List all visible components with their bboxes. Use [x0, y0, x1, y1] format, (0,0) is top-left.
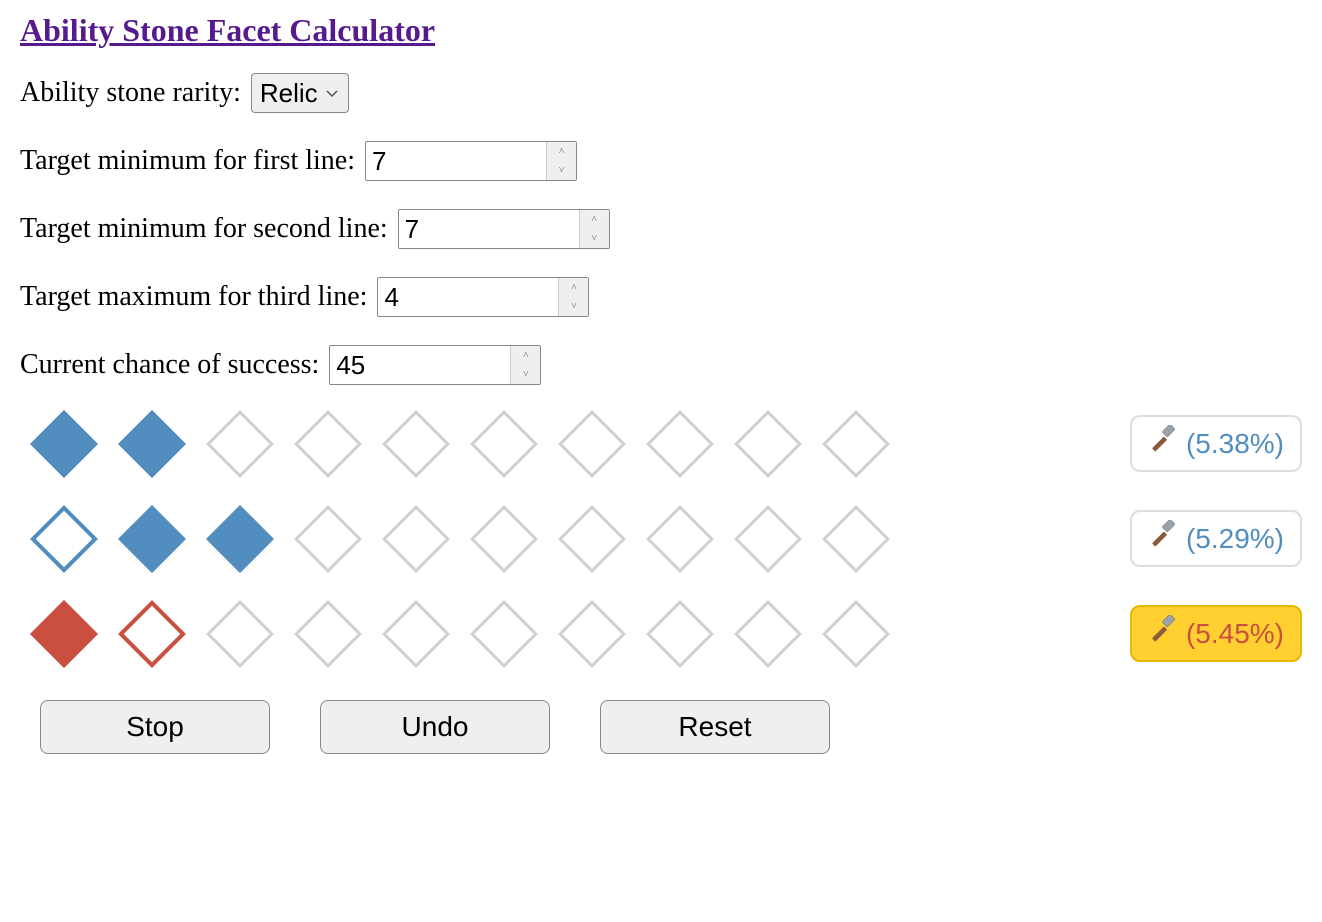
hammer-icon	[1148, 615, 1178, 652]
target2-row: Target minimum for second line: ˄˅	[20, 209, 1302, 249]
diamond-2-5	[382, 505, 450, 573]
page-title-link[interactable]: Ability Stone Facet Calculator	[20, 12, 1302, 49]
target1-row: Target minimum for first line: ˄˅	[20, 141, 1302, 181]
facet-line-2: (5.29%)	[40, 510, 1302, 567]
diamond-3-7	[558, 600, 626, 668]
diamond-3-9	[734, 600, 802, 668]
diamonds-line-3	[40, 610, 880, 658]
hammer-icon	[1148, 425, 1178, 462]
facet-line-1: (5.38%)	[40, 415, 1302, 472]
diamond-2-8	[646, 505, 714, 573]
reset-button[interactable]: Reset	[600, 700, 830, 754]
rarity-select[interactable]: Relic	[251, 73, 349, 113]
facet-button-line-1[interactable]: (5.38%)	[1130, 415, 1302, 472]
target3-input[interactable]	[378, 278, 558, 316]
target2-input[interactable]	[399, 210, 579, 248]
hammer-icon	[1148, 520, 1178, 557]
target1-label: Target minimum for first line:	[20, 145, 355, 177]
diamond-3-3	[206, 600, 274, 668]
diamond-2-3	[206, 505, 274, 573]
facet-percent-line-1: (5.38%)	[1186, 428, 1284, 460]
diamond-3-6	[470, 600, 538, 668]
rarity-label: Ability stone rarity:	[20, 77, 241, 109]
target1-stepper[interactable]: ˄˅	[546, 142, 576, 180]
chance-label: Current chance of success:	[20, 349, 319, 381]
diamond-1-2	[118, 410, 186, 478]
undo-button[interactable]: Undo	[320, 700, 550, 754]
diamond-1-1	[30, 410, 98, 478]
diamond-1-3	[206, 410, 274, 478]
facet-button-line-2[interactable]: (5.29%)	[1130, 510, 1302, 567]
diamond-1-9	[734, 410, 802, 478]
target1-input[interactable]	[366, 142, 546, 180]
target2-label: Target minimum for second line:	[20, 213, 388, 245]
diamond-1-4	[294, 410, 362, 478]
chance-input[interactable]	[330, 346, 510, 384]
chance-row: Current chance of success: ˄˅	[20, 345, 1302, 385]
diamonds-line-2	[40, 515, 880, 563]
target3-row: Target maximum for third line: ˄˅	[20, 277, 1302, 317]
target2-stepper[interactable]: ˄˅	[579, 210, 609, 248]
diamond-3-2	[118, 600, 186, 668]
diamond-2-2	[118, 505, 186, 573]
stop-button[interactable]: Stop	[40, 700, 270, 754]
diamond-2-6	[470, 505, 538, 573]
facet-button-line-3[interactable]: (5.45%)	[1130, 605, 1302, 662]
diamond-1-8	[646, 410, 714, 478]
target3-stepper[interactable]: ˄˅	[558, 278, 588, 316]
facet-percent-line-3: (5.45%)	[1186, 618, 1284, 650]
diamond-3-5	[382, 600, 450, 668]
diamond-2-7	[558, 505, 626, 573]
rarity-row: Ability stone rarity: Relic	[20, 73, 1302, 113]
diamonds-line-1	[40, 420, 880, 468]
diamond-2-4	[294, 505, 362, 573]
diamond-1-10	[822, 410, 890, 478]
facet-line-3: (5.45%)	[40, 605, 1302, 662]
diamond-1-5	[382, 410, 450, 478]
diamond-3-4	[294, 600, 362, 668]
target3-label: Target maximum for third line:	[20, 281, 367, 313]
diamond-1-6	[470, 410, 538, 478]
diamond-3-8	[646, 600, 714, 668]
diamond-2-10	[822, 505, 890, 573]
diamond-2-1	[30, 505, 98, 573]
diamond-2-9	[734, 505, 802, 573]
diamond-3-1	[30, 600, 98, 668]
diamond-1-7	[558, 410, 626, 478]
diamond-3-10	[822, 600, 890, 668]
facet-percent-line-2: (5.29%)	[1186, 523, 1284, 555]
chance-stepper[interactable]: ˄˅	[510, 346, 540, 384]
